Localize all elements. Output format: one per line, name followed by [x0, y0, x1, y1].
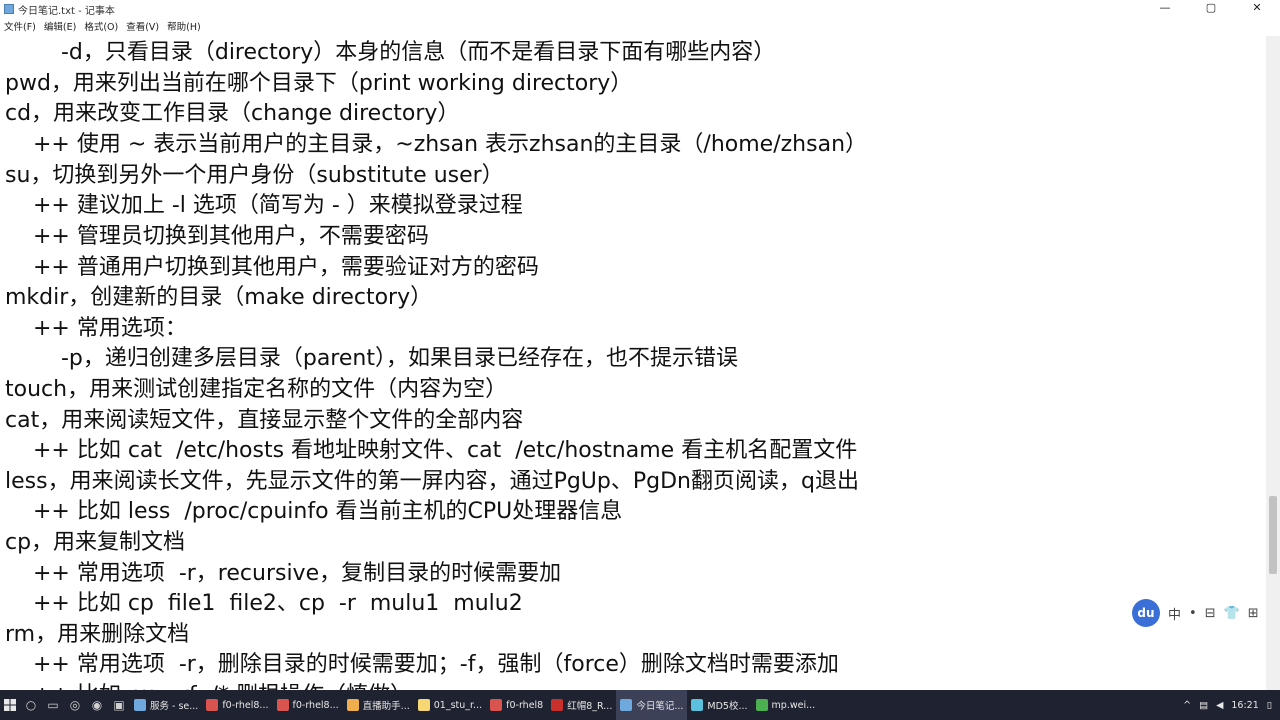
text-line: rm，用来删除文档 — [5, 622, 190, 647]
text-line: less，用来阅读长文件，先显示文件的第一屏内容，通过PgUp、PgDn翻页阅读… — [5, 469, 859, 494]
text-line: ++ 比如 cp file1 file2、cp -r mulu1 mulu2 — [5, 591, 523, 616]
app-icon — [417, 699, 430, 711]
title-bar: 今日笔记.txt - 记事本 — [0, 0, 1280, 18]
baidu-ime-logo-icon[interactable]: du — [1132, 599, 1160, 627]
taskbar-task-active[interactable]: 今日笔记... — [616, 690, 688, 720]
system-tray: ^ ▤ ◀ 16:21 ▯ — [1183, 690, 1280, 720]
text-line: mkdir，创建新的目录（make directory） — [5, 285, 433, 310]
app-icon — [691, 699, 704, 711]
app-icon — [206, 699, 219, 711]
ime-skin-icon[interactable]: 👕 — [1224, 606, 1240, 621]
text-line: cp，用来复制文档 — [5, 530, 186, 555]
text-line: -p，递归创建多层目录（parent），如果目录已经存在，也不提示错误 — [5, 346, 738, 371]
app-icon — [134, 699, 146, 711]
taskbar-task[interactable]: mp.wei... — [752, 690, 820, 720]
taskbar-task[interactable]: 红帽8_R... — [547, 690, 616, 720]
text-line: ++ 比如 less /proc/cpuinfo 看当前主机的CPU处理器信息 — [5, 499, 623, 524]
menu-edit[interactable]: 编辑(E) — [40, 19, 80, 33]
network-icon[interactable]: ▤ — [1199, 700, 1208, 711]
pinned-app-icon[interactable]: ◉ — [86, 690, 108, 720]
menu-bar: 文件(F) 编辑(E) 格式(O) 查看(V) 帮助(H) — [0, 18, 1280, 34]
text-line: ++ 比如 rm -rf /* 删根操作（慎做） — [5, 680, 412, 690]
task-view-icon[interactable]: ▭ — [42, 690, 64, 720]
text-line: cat，用来阅读短文件，直接显示整个文件的全部内容 — [5, 408, 524, 433]
text-line: touch，用来测试创建指定名称的文件（内容为空） — [5, 377, 508, 402]
text-line: pwd，用来列出当前在哪个目录下（print working directory… — [5, 71, 633, 96]
app-icon — [346, 699, 359, 711]
text-line: ++ 管理员切换到其他用户，不需要密码 — [5, 224, 429, 249]
text-line: cd，用来改变工作目录（change directory） — [5, 101, 460, 126]
text-line: -d，只看目录（directory）本身的信息（而不是看目录下面有哪些内容） — [5, 40, 776, 65]
text-line: ++ 使用 ~ 表示当前用户的主目录，~zhsan 表示zhsan的主目录（/h… — [5, 132, 868, 157]
scrollbar-thumb[interactable] — [1269, 496, 1277, 574]
text-line: ++ 比如 cat /etc/hosts 看地址映射文件、cat /etc/ho… — [5, 438, 858, 463]
app-icon — [551, 699, 564, 711]
pinned-app-icon[interactable]: ▣ — [108, 690, 130, 720]
text-line: ++ 建议加上 -l 选项（简写为 - ）来模拟登录过程 — [5, 193, 523, 218]
taskbar-task[interactable]: 01_stu_r... — [414, 690, 486, 720]
app-icon — [755, 699, 768, 711]
text-editor[interactable]: -d，只看目录（directory）本身的信息（而不是看目录下面有哪些内容） p… — [0, 36, 1266, 690]
text-line: ++ 常用选项 -r，recursive，复制目录的时候需要加 — [5, 561, 562, 586]
taskbar-task[interactable]: 服务 - se... — [130, 690, 202, 720]
vertical-scrollbar[interactable] — [1266, 36, 1280, 690]
close-button[interactable]: ✕ — [1234, 0, 1280, 18]
taskbar-task[interactable]: MD5校... — [687, 690, 751, 720]
ime-toolbar: du 中 • ⊟ 👕 ⊞ — [1132, 598, 1259, 628]
text-line: ++ 普通用户切换到其他用户，需要验证对方的密码 — [5, 255, 539, 280]
window-controls: — ▢ ✕ — [1142, 0, 1280, 18]
taskbar: ○ ▭ ◎ ◉ ▣ 服务 - se... f0-rhel8... f0-rhel… — [0, 690, 1280, 720]
text-line: su，切换到另外一个用户身份（substitute user） — [5, 163, 504, 188]
ime-menu-icon[interactable]: ⊞ — [1248, 606, 1259, 621]
ime-language-toggle[interactable]: 中 — [1168, 604, 1181, 623]
volume-icon[interactable]: ◀ — [1216, 700, 1223, 711]
app-icon — [490, 699, 503, 711]
clock[interactable]: 16:21 — [1231, 700, 1258, 711]
windows-logo-icon — [4, 699, 16, 711]
start-button[interactable] — [0, 690, 20, 720]
minimize-button[interactable]: — — [1142, 0, 1188, 18]
ime-punctuation-icon[interactable]: • — [1189, 606, 1197, 621]
menu-help[interactable]: 帮助(H) — [163, 19, 205, 33]
taskbar-task[interactable]: f0-rhel8... — [273, 690, 343, 720]
text-line: ++ 常用选项 -r，删除目录的时候需要加；-f，强制（force）删除文档时需… — [5, 652, 839, 677]
menu-file[interactable]: 文件(F) — [0, 19, 40, 33]
tray-chevron-icon[interactable]: ^ — [1183, 700, 1191, 711]
app-icon — [620, 699, 633, 711]
pinned-app-icon[interactable]: ◎ — [64, 690, 86, 720]
window-title: 今日笔记.txt - 记事本 — [18, 5, 115, 17]
search-icon[interactable]: ○ — [20, 690, 42, 720]
taskbar-task[interactable]: f0-rhel8... — [202, 690, 272, 720]
menu-format[interactable]: 格式(O) — [80, 19, 122, 33]
notepad-icon — [4, 4, 14, 14]
maximize-button[interactable]: ▢ — [1188, 0, 1234, 18]
taskbar-task[interactable]: f0-rhel8 — [486, 690, 547, 720]
app-icon — [276, 699, 289, 711]
menu-view[interactable]: 查看(V) — [122, 19, 163, 33]
taskbar-task[interactable]: 直播助手... — [343, 690, 414, 720]
notification-icon[interactable]: ▯ — [1267, 700, 1272, 711]
text-line: ++ 常用选项： — [5, 316, 187, 341]
ime-toolbox-icon[interactable]: ⊟ — [1205, 606, 1216, 621]
